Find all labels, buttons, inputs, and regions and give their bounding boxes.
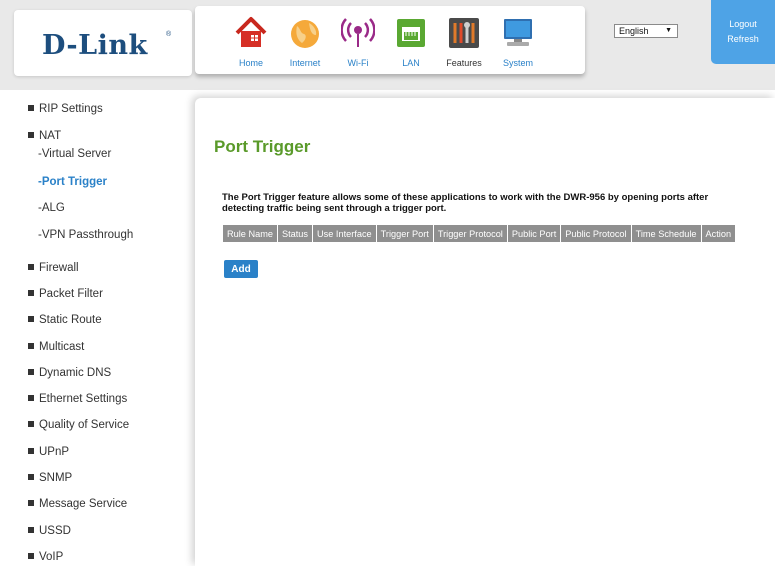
page-description: The Port Trigger feature allows some of … [222, 192, 709, 214]
sidebar-item-multicast[interactable]: Multicast [28, 341, 84, 353]
sidebar-subitem-alg[interactable]: -ALG [38, 202, 65, 214]
logo-registered-mark: ® [166, 31, 172, 38]
nav-item-home[interactable]: Home [223, 6, 279, 74]
nav-item-internet[interactable]: Internet [277, 6, 333, 74]
sidebar-item-label: Packet Filter [39, 288, 103, 300]
sidebar-item-rip-settings[interactable]: RIP Settings [28, 103, 103, 115]
bullet-icon [28, 526, 34, 533]
refresh-link[interactable]: Refresh [711, 34, 775, 44]
sidebar-item-voip[interactable]: VoIP [28, 551, 63, 563]
sidebar-item-label: VoIP [39, 551, 64, 563]
bullet-icon [28, 473, 34, 480]
sidebar-item-message-service[interactable]: Message Service [28, 498, 127, 510]
home-icon [235, 17, 267, 47]
bullet-icon [28, 499, 34, 506]
column-header-rule-name: Rule Name [223, 225, 278, 242]
column-header-action: Action [701, 225, 736, 242]
wifi-icon [341, 18, 375, 47]
sidebar-item-label: Multicast [39, 341, 85, 353]
sidebar-subitem-vpn-passthrough[interactable]: -VPN Passthrough [38, 229, 133, 241]
nav-item-features[interactable]: Features [436, 6, 492, 74]
sidebar-item-label: Message Service [39, 498, 128, 510]
bullet-icon [28, 315, 34, 322]
nav-item-lan[interactable]: LAN [383, 6, 439, 74]
account-panel: Logout Refresh [711, 0, 775, 64]
nav-label-features: Features [446, 58, 482, 68]
column-header-time-schedule: Time Schedule [631, 225, 702, 242]
nav-item-system[interactable]: System [490, 6, 546, 74]
sidebar-item-label: Ethernet Settings [39, 393, 128, 405]
bullet-icon [28, 394, 34, 401]
column-header-public-protocol: Public Protocol [560, 225, 632, 242]
system-icon [504, 19, 532, 46]
sidebar-item-firewall[interactable]: Firewall [28, 262, 79, 274]
bullet-icon [28, 263, 34, 270]
language-select-value: English [619, 26, 649, 36]
sidebar-item-label: RIP Settings [39, 103, 103, 115]
sidebar-item-label: Quality of Service [39, 419, 130, 431]
sidebar-item-static-route[interactable]: Static Route [28, 314, 102, 326]
nav-label-lan: LAN [402, 58, 420, 68]
sidebar-item-label: NAT [39, 130, 62, 142]
top-navigation: Home Internet Wi-Fi LAN Features System [195, 6, 585, 74]
table-header-row: Rule Name Status Use Interface Trigger P… [223, 225, 736, 242]
column-header-trigger-port: Trigger Port [376, 225, 434, 242]
sidebar-subitem-virtual-server[interactable]: -Virtual Server [38, 148, 111, 160]
bullet-icon [28, 447, 34, 454]
globe-icon [291, 20, 319, 48]
bullet-icon [28, 552, 34, 559]
sidebar-item-label: UPnP [39, 446, 70, 458]
nav-label-home: Home [238, 58, 263, 68]
sidebar-item-nat[interactable]: NAT [28, 130, 61, 142]
add-button[interactable]: Add [224, 260, 258, 278]
sidebar-item-label: Static Route [39, 314, 102, 326]
features-icon [449, 18, 479, 48]
nav-label-wifi: Wi-Fi [347, 58, 369, 68]
column-header-use-interface: Use Interface [312, 225, 377, 242]
sidebar-item-upnp[interactable]: UPnP [28, 446, 69, 458]
dropdown-arrow-icon: ▼ [665, 27, 672, 34]
sidebar-item-label: USSD [39, 525, 71, 537]
sidebar-item-label: Dynamic DNS [39, 367, 112, 379]
bullet-icon [28, 368, 34, 375]
sidebar-item-ussd[interactable]: USSD [28, 525, 71, 537]
sidebar-item-ethernet-settings[interactable]: Ethernet Settings [28, 393, 127, 405]
sidebar-item-label: SNMP [39, 472, 73, 484]
language-select[interactable]: English ▼ [614, 24, 678, 38]
sidebar-item-quality-of-service[interactable]: Quality of Service [28, 419, 129, 431]
bullet-icon [28, 289, 34, 296]
logo[interactable]: D-Link ® [14, 10, 192, 76]
sidebar-item-snmp[interactable]: SNMP [28, 472, 72, 484]
nav-item-wifi[interactable]: Wi-Fi [330, 6, 386, 74]
bullet-icon [28, 131, 34, 138]
sidebar-subitem-port-trigger[interactable]: -Port Trigger [38, 176, 107, 188]
logo-text: D-Link [42, 30, 148, 61]
port-trigger-table: Rule Name Status Use Interface Trigger P… [223, 225, 736, 242]
column-header-public-port: Public Port [507, 225, 562, 242]
lan-icon [397, 19, 425, 47]
sidebar: RIP Settings NAT -Virtual Server -Port T… [0, 90, 200, 566]
sidebar-item-dynamic-dns[interactable]: Dynamic DNS [28, 367, 111, 379]
column-header-trigger-protocol: Trigger Protocol [433, 225, 508, 242]
nav-label-internet: Internet [289, 58, 321, 68]
content-panel [195, 98, 775, 566]
logout-link[interactable]: Logout [711, 19, 775, 29]
page-title: Port Trigger [214, 137, 311, 156]
bullet-icon [28, 342, 34, 349]
column-header-status: Status [277, 225, 314, 242]
bullet-icon [28, 420, 34, 427]
sidebar-item-label: Firewall [39, 262, 79, 274]
sidebar-item-packet-filter[interactable]: Packet Filter [28, 288, 103, 300]
bullet-icon [28, 104, 34, 111]
nav-label-system: System [502, 58, 533, 68]
